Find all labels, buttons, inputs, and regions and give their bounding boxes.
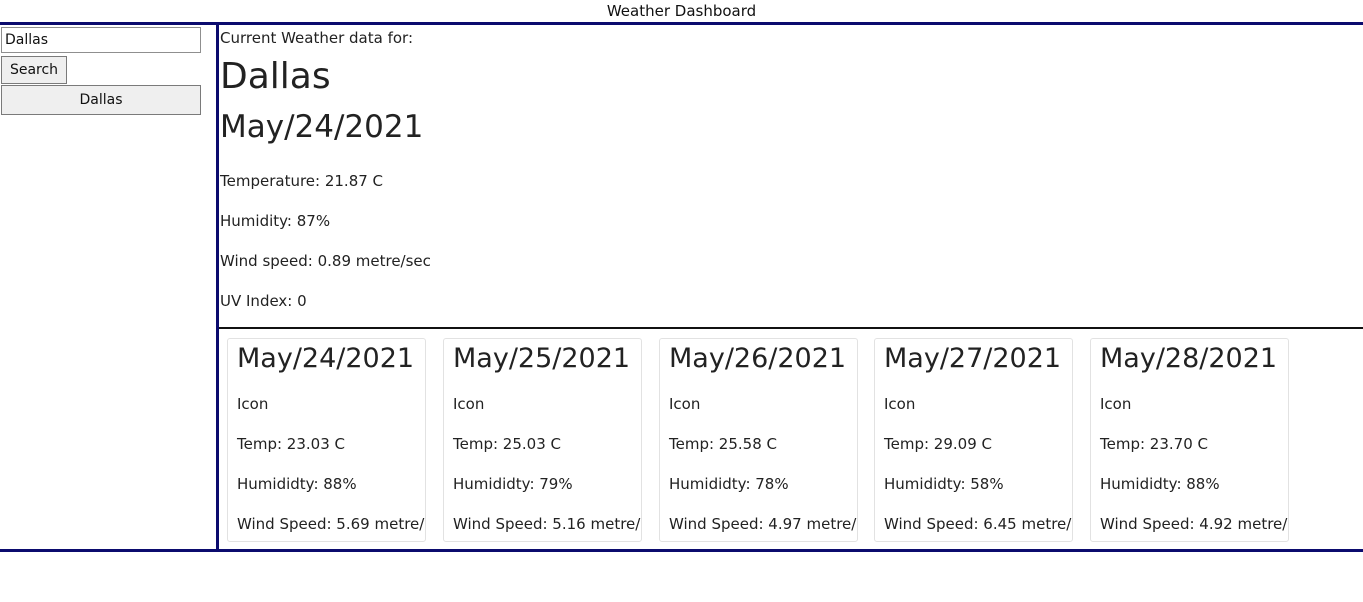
weather-icon-placeholder: Icon xyxy=(884,395,916,413)
current-weather-panel: Current Weather data for: Dallas May/24/… xyxy=(219,25,1359,327)
forecast-card: May/28/2021 Icon Temp: 23.70 C Humididty… xyxy=(1090,338,1289,542)
forecast-temp: Temp: 25.58 C xyxy=(669,435,777,453)
weather-icon-placeholder: Icon xyxy=(669,395,701,413)
forecast-card: May/27/2021 Icon Temp: 29.09 C Humididty… xyxy=(874,338,1073,542)
forecast-date: May/27/2021 xyxy=(884,343,1062,374)
sidebar: Search Dallas xyxy=(0,25,216,549)
forecast-date: May/26/2021 xyxy=(669,343,847,374)
forecast-humidity: Humididty: 78% xyxy=(669,475,789,493)
weather-icon-placeholder: Icon xyxy=(1100,395,1132,413)
current-wind-speed: Wind speed: 0.89 metre/sec xyxy=(220,252,431,270)
forecast-temp: Temp: 29.09 C xyxy=(884,435,992,453)
forecast-temp: Temp: 25.03 C xyxy=(453,435,561,453)
forecast-humidity: Humididty: 88% xyxy=(237,475,357,493)
forecast-wind-speed: Wind Speed: 6.45 metre/sec xyxy=(884,515,1072,533)
weather-icon-placeholder: Icon xyxy=(453,395,485,413)
history-city-button[interactable]: Dallas xyxy=(1,85,201,115)
forecast-card: May/24/2021 Icon Temp: 23.03 C Humididty… xyxy=(227,338,426,542)
forecast-temp: Temp: 23.70 C xyxy=(1100,435,1208,453)
footer-divider xyxy=(0,549,1363,552)
forecast-wind-speed: Wind Speed: 5.69 metre/sec xyxy=(237,515,425,533)
forecast-date: May/24/2021 xyxy=(237,343,415,374)
current-weather-label: Current Weather data for: xyxy=(220,29,414,47)
page-title: Weather Dashboard xyxy=(606,2,757,20)
forecast-wind-speed: Wind Speed: 4.92 metre/sec xyxy=(1100,515,1288,533)
forecast-wind-speed: Wind Speed: 5.16 metre/sec xyxy=(453,515,641,533)
current-date: May/24/2021 xyxy=(220,109,424,145)
city-search-input[interactable] xyxy=(1,27,201,53)
forecast-date: May/28/2021 xyxy=(1100,343,1278,374)
search-button[interactable]: Search xyxy=(1,56,67,84)
forecast-card: May/26/2021 Icon Temp: 25.58 C Humididty… xyxy=(659,338,858,542)
weather-icon-placeholder: Icon xyxy=(237,395,269,413)
forecast-humidity: Humididty: 58% xyxy=(884,475,1004,493)
forecast-wind-speed: Wind Speed: 4.97 metre/sec xyxy=(669,515,857,533)
forecast-panel: May/24/2021 Icon Temp: 23.03 C Humididty… xyxy=(219,329,1363,549)
forecast-card: May/25/2021 Icon Temp: 25.03 C Humididty… xyxy=(443,338,642,542)
current-temperature: Temperature: 21.87 C xyxy=(220,172,384,190)
current-humidity: Humidity: 87% xyxy=(220,212,331,230)
current-uv-index: UV Index: 0 xyxy=(220,292,307,310)
forecast-date: May/25/2021 xyxy=(453,343,631,374)
forecast-humidity: Humididty: 79% xyxy=(453,475,573,493)
forecast-temp: Temp: 23.03 C xyxy=(237,435,345,453)
forecast-humidity: Humididty: 88% xyxy=(1100,475,1220,493)
current-city-name: Dallas xyxy=(220,56,331,97)
